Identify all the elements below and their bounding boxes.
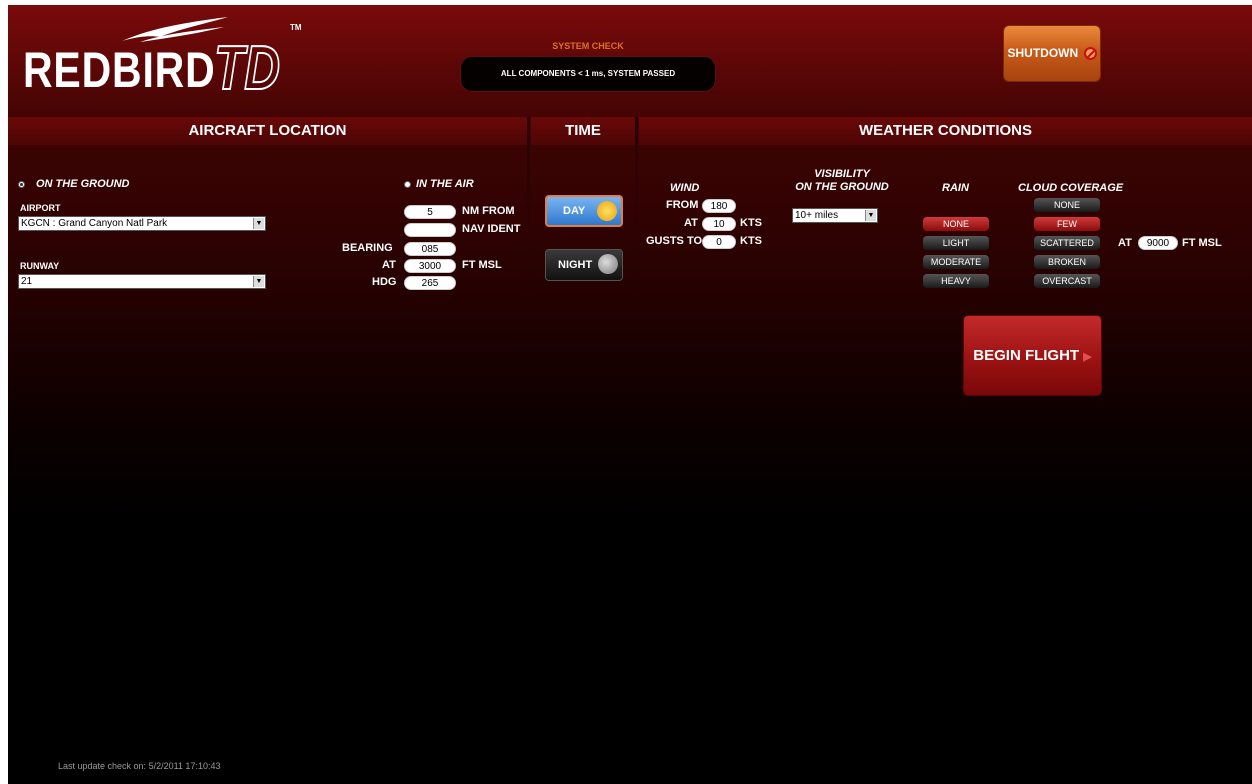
heading-input[interactable]: 265 xyxy=(404,276,456,290)
cloud-option-overcast[interactable]: OVERCAST xyxy=(1034,274,1100,288)
shutdown-button[interactable]: SHUTDOWN xyxy=(1004,26,1100,81)
redbird-logo: REDBIRD TD TM xyxy=(18,13,308,108)
section-time: TIME xyxy=(531,117,635,145)
night-label: NIGHT xyxy=(558,259,593,271)
dropdown-arrow-icon[interactable]: ▼ xyxy=(253,218,264,229)
nm-from-label: NM FROM xyxy=(462,205,515,217)
wind-speed-input[interactable]: 10 xyxy=(702,217,736,231)
rain-option-moderate[interactable]: MODERATE xyxy=(923,255,989,269)
cloud-coverage-label: CLOUD COVERAGE xyxy=(1018,182,1124,194)
day-button[interactable]: DAY xyxy=(545,195,623,227)
in-air-radio[interactable] xyxy=(404,181,411,188)
on-ground-label: ON THE GROUND xyxy=(36,178,130,190)
no-entry-icon xyxy=(1083,47,1097,61)
rain-label: RAIN xyxy=(942,182,969,194)
visibility-value: 10+ miles xyxy=(795,210,839,221)
night-button[interactable]: NIGHT xyxy=(545,249,623,281)
airport-value: KGCN : Grand Canyon Natl Park xyxy=(21,218,168,229)
trademark: TM xyxy=(290,23,302,32)
gusts-unit: KTS xyxy=(740,235,762,247)
on-ground-radio[interactable] xyxy=(18,181,25,188)
app-window: REDBIRD TD TM SYSTEM CHECK ALL COMPONENT… xyxy=(8,5,1252,784)
begin-flight-label: BEGIN FLIGHT xyxy=(973,347,1080,364)
wind-at-label: AT xyxy=(684,217,698,229)
section-aircraft-location: AIRCRAFT LOCATION xyxy=(8,117,527,145)
sun-icon xyxy=(597,201,617,221)
begin-flight-button[interactable]: BEGIN FLIGHT ▶ xyxy=(964,316,1101,395)
wind-from-input[interactable]: 180 xyxy=(702,199,736,213)
arrow-right-icon: ▶ xyxy=(1083,351,1092,363)
cloud-option-none[interactable]: NONE xyxy=(1034,198,1100,212)
cloud-at-label: AT xyxy=(1118,237,1132,249)
gusts-input[interactable]: 0 xyxy=(702,235,736,249)
runway-value: 21 xyxy=(21,276,33,287)
airport-label: AIRPORT xyxy=(20,203,61,213)
nav-ident-label: NAV IDENT xyxy=(462,223,521,235)
runway-select[interactable]: 21 ▼ xyxy=(18,274,266,289)
section-weather: WEATHER CONDITIONS xyxy=(639,117,1252,145)
altitude-input[interactable]: 3000 xyxy=(404,259,456,273)
cloud-option-broken[interactable]: BROKEN xyxy=(1034,255,1100,269)
visibility-select[interactable]: 10+ miles ▼ xyxy=(792,208,878,223)
airport-select[interactable]: KGCN : Grand Canyon Natl Park ▼ xyxy=(18,216,266,231)
logo-wordmark: REDBIRD xyxy=(23,42,216,98)
dropdown-arrow-icon[interactable]: ▼ xyxy=(865,210,876,221)
heading-label: HDG xyxy=(372,276,397,288)
runway-label: RUNWAY xyxy=(20,261,60,271)
cloud-option-few[interactable]: FEW xyxy=(1034,217,1100,231)
logo-td: TD xyxy=(213,33,281,104)
rain-option-heavy[interactable]: HEAVY xyxy=(923,274,989,288)
cloud-option-scattered[interactable]: SCATTERED xyxy=(1034,236,1100,250)
system-check-status: ALL COMPONENTS < 1 ms, SYSTEM PASSED xyxy=(460,56,716,92)
wind-from-label: FROM xyxy=(666,199,699,211)
visibility-sublabel: ON THE GROUND xyxy=(795,181,889,193)
day-label: DAY xyxy=(563,205,586,217)
nm-from-input[interactable]: 5 xyxy=(404,205,456,219)
cloud-altitude-unit: FT MSL xyxy=(1182,237,1222,249)
rain-option-none[interactable]: NONE xyxy=(923,217,989,231)
altitude-at-label: AT xyxy=(382,259,396,271)
in-air-label: IN THE AIR xyxy=(416,178,474,190)
altitude-unit: FT MSL xyxy=(462,259,502,271)
dropdown-arrow-icon[interactable]: ▼ xyxy=(253,276,264,287)
wind-label: WIND xyxy=(670,182,700,194)
cloud-altitude-input[interactable]: 9000 xyxy=(1138,236,1178,250)
last-update-text: Last update check on: 5/2/2011 17:10:43 xyxy=(58,761,221,771)
nav-ident-input[interactable] xyxy=(404,223,456,237)
bearing-label: BEARING xyxy=(342,242,393,254)
wind-speed-unit: KTS xyxy=(740,217,762,229)
rain-option-light[interactable]: LIGHT xyxy=(923,236,989,250)
column-divider xyxy=(635,117,638,307)
system-check-label: SYSTEM CHECK xyxy=(552,41,624,51)
gusts-label: GUSTS TO xyxy=(646,235,703,247)
visibility-label: VISIBILITY xyxy=(814,168,870,180)
bearing-input[interactable]: 085 xyxy=(404,242,456,256)
moon-icon xyxy=(598,254,618,274)
column-divider xyxy=(527,117,530,307)
shutdown-label: SHUTDOWN xyxy=(1007,46,1079,60)
